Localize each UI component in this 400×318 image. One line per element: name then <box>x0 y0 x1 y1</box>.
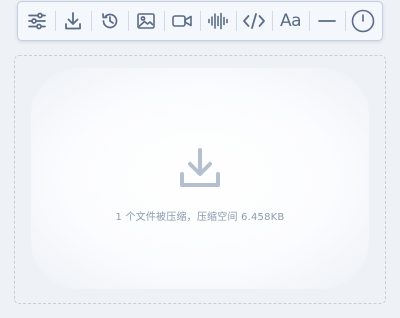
power-icon <box>351 9 375 33</box>
audio-waveform-icon <box>208 12 228 30</box>
font-button[interactable]: Aa <box>272 2 308 40</box>
download-button[interactable] <box>55 2 91 40</box>
compression-status-text: 1 个文件被压缩，压缩空间 6.458KB <box>115 212 285 223</box>
video-button[interactable] <box>163 2 200 40</box>
toolbar: Aa <box>17 1 383 41</box>
history-icon <box>101 13 117 29</box>
image-icon <box>136 13 155 29</box>
app-window: Aa 1 个文件被压缩，压缩空间 6.458KB <box>0 0 400 318</box>
image-button[interactable] <box>127 2 164 40</box>
history-button[interactable] <box>91 2 127 40</box>
code-icon <box>243 13 266 29</box>
sliders-icon <box>28 12 46 30</box>
power-button[interactable] <box>344 2 381 40</box>
download-icon <box>65 12 82 30</box>
file-drop-zone[interactable]: 1 个文件被压缩，压缩空间 6.458KB <box>14 55 386 304</box>
video-icon <box>172 15 192 27</box>
download-icon <box>180 148 220 187</box>
code-button[interactable] <box>236 2 272 40</box>
font-icon: Aa <box>280 11 302 31</box>
settings-button[interactable] <box>19 2 55 40</box>
minimize-button[interactable] <box>308 2 345 40</box>
audio-button[interactable] <box>200 2 236 40</box>
minimize-icon <box>317 20 336 22</box>
